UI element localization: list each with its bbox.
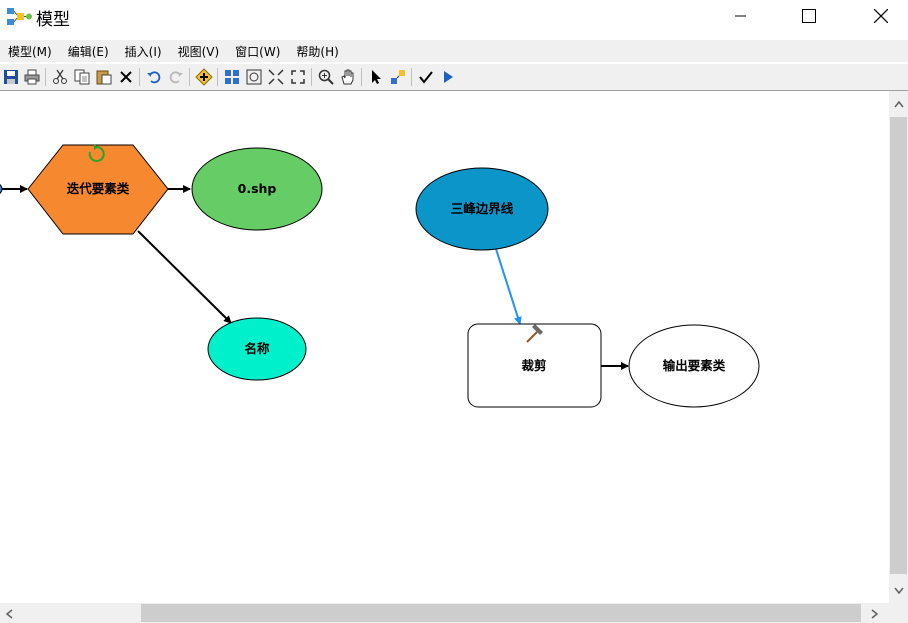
validate-button[interactable] — [417, 68, 435, 86]
zoom-in-icon — [318, 69, 334, 85]
iterate-node-label: 迭代要素类 — [67, 181, 130, 196]
window-title: 模型 — [36, 10, 70, 30]
menu-model[interactable]: 模型(M) — [0, 43, 60, 60]
clip-tool-label: 裁剪 — [521, 358, 546, 373]
connector-line-blue — [495, 248, 522, 325]
print-icon — [24, 69, 40, 85]
select-button[interactable] — [367, 68, 385, 86]
model-diagram: 迭代要素类 0.shp 名称 三峰边界线 裁剪 输出要素类 — [0, 144, 760, 408]
boundary-input-node[interactable]: 三峰边界线 — [415, 167, 549, 251]
add-data-button[interactable] — [195, 68, 213, 86]
name-variable-node[interactable]: 名称 — [207, 317, 307, 381]
model-canvas[interactable]: 迭代要素类 0.shp 名称 三峰边界线 裁剪 输出要素类 — [0, 91, 889, 603]
output-feature-class-label: 输出要素类 — [663, 358, 726, 373]
scroll-down-icon[interactable] — [894, 585, 904, 597]
auto-layout-button[interactable] — [223, 68, 241, 86]
scrollbar-corner — [889, 603, 908, 623]
save-button[interactable] — [2, 68, 20, 86]
cut-button[interactable] — [51, 68, 69, 86]
toolbar-separator — [311, 68, 312, 86]
fixed-zoom-in-icon — [268, 69, 284, 85]
save-icon — [4, 70, 18, 84]
output-shp-label: 0.shp — [238, 181, 277, 196]
output-feature-class-node[interactable]: 输出要素类 — [628, 324, 760, 408]
offscreen-input-node[interactable] — [0, 177, 3, 201]
run-button[interactable] — [439, 68, 457, 86]
scroll-right-icon[interactable] — [871, 609, 879, 621]
auto-layout-icon — [225, 70, 239, 84]
clip-tool-node[interactable]: 裁剪 — [467, 323, 602, 408]
toolbar-separator — [411, 68, 412, 86]
minimize-icon — [735, 15, 746, 17]
select-icon — [372, 70, 381, 84]
boundary-input-label: 三峰边界线 — [451, 201, 514, 216]
pan-button[interactable] — [339, 68, 357, 86]
toolbar — [0, 64, 908, 91]
add-data-icon — [195, 68, 213, 86]
title-bar: 模型 — [0, 0, 908, 34]
maximize-button[interactable] — [786, 0, 832, 32]
minimize-button[interactable] — [718, 0, 764, 32]
validate-icon — [419, 71, 433, 84]
delete-button[interactable] — [117, 68, 135, 86]
full-extent-button[interactable] — [245, 68, 263, 86]
iterate-node[interactable]: 迭代要素类 — [27, 144, 169, 235]
maximize-icon — [802, 9, 816, 23]
connector-line — [137, 230, 232, 324]
print-button[interactable] — [23, 68, 41, 86]
cut-icon — [53, 69, 67, 84]
copy-icon — [74, 69, 90, 85]
paste-button[interactable] — [95, 68, 113, 86]
toolbar-separator — [139, 68, 140, 86]
copy-button[interactable] — [73, 68, 91, 86]
modelbuilder-icon — [7, 8, 32, 25]
menu-view[interactable]: 视图(V) — [170, 43, 228, 60]
horizontal-scroll-thumb[interactable] — [141, 604, 861, 622]
toolbar-separator — [45, 68, 46, 86]
delete-icon — [120, 71, 132, 83]
menu-edit[interactable]: 编辑(E) — [60, 43, 117, 60]
close-icon — [874, 9, 888, 23]
vertical-scroll-thumb[interactable] — [890, 117, 907, 574]
fixed-zoom-out-icon — [291, 70, 305, 84]
connect-icon — [391, 70, 405, 84]
menu-window[interactable]: 窗口(W) — [227, 43, 288, 60]
output-shp-node[interactable]: 0.shp — [191, 147, 323, 231]
scroll-up-icon[interactable] — [894, 98, 904, 110]
menu-bar: 模型(M) 编辑(E) 插入(I) 视图(V) 窗口(W) 帮助(H) — [0, 40, 908, 62]
menu-insert[interactable]: 插入(I) — [117, 43, 170, 60]
full-extent-icon — [246, 69, 262, 85]
redo-button[interactable] — [167, 68, 185, 86]
pan-icon — [341, 69, 354, 85]
fixed-zoom-in-button[interactable] — [267, 68, 285, 86]
menu-help[interactable]: 帮助(H) — [288, 43, 346, 60]
run-icon — [444, 71, 453, 83]
paste-icon — [96, 70, 112, 85]
undo-icon — [147, 71, 161, 84]
fixed-zoom-out-button[interactable] — [289, 68, 307, 86]
toolbar-separator — [361, 68, 362, 86]
toolbar-separator — [217, 68, 218, 86]
scroll-left-icon[interactable] — [5, 609, 13, 621]
redo-icon — [169, 71, 183, 84]
connect-button[interactable] — [389, 68, 407, 86]
toolbar-separator — [189, 68, 190, 86]
zoom-in-button[interactable] — [317, 68, 335, 86]
close-button[interactable] — [858, 0, 904, 32]
undo-button[interactable] — [145, 68, 163, 86]
name-variable-label: 名称 — [244, 341, 270, 356]
